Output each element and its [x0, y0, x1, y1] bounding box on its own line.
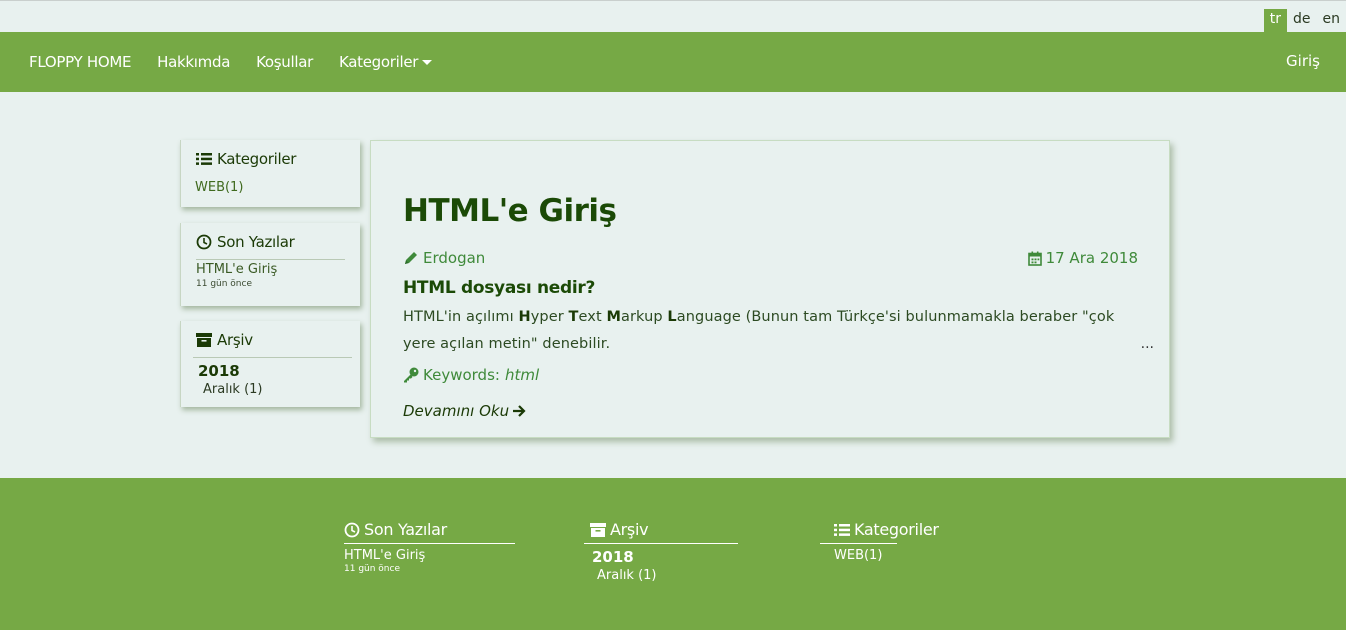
- recent-post-age: 11 gün önce: [196, 279, 252, 289]
- acronym-rest: ext: [578, 309, 607, 325]
- clock-icon: [344, 522, 360, 537]
- read-more-label: Devamını Oku: [403, 402, 510, 420]
- post-ellipsis: ...: [1140, 336, 1154, 352]
- footer-category-link-web[interactable]: WEB(1): [834, 548, 939, 563]
- categories-widget-label: Kategoriler: [217, 150, 297, 168]
- read-more-link[interactable]: Devamını Oku: [403, 402, 527, 420]
- footer-archive-label: Arşiv: [610, 520, 649, 539]
- login-link[interactable]: Giriş: [1286, 52, 1320, 70]
- archive-widget-title: Arşiv: [181, 321, 360, 355]
- post-author-name: Erdogan: [423, 249, 486, 267]
- post-excerpt: HTML'in açılımı Hyper Text Markup Langua…: [403, 304, 1143, 358]
- archive-icon: [590, 522, 606, 537]
- footer-recent-label: Son Yazılar: [364, 520, 447, 539]
- caret-down-icon: [422, 60, 433, 65]
- post-title[interactable]: HTML'e Giriş: [403, 193, 617, 229]
- divider: [584, 543, 738, 544]
- acronym-letter: M: [606, 309, 621, 325]
- recent-posts-widget-label: Son Yazılar: [217, 233, 295, 251]
- keywords-label: Keywords:: [423, 366, 500, 384]
- post-keywords: Keywords: html: [403, 366, 539, 384]
- language-switcher: tr de en: [1263, 9, 1346, 32]
- footer-recent-posts: Son Yazılar HTML'e Giriş 11 gün önce: [344, 520, 515, 574]
- clock-icon: [196, 234, 212, 250]
- footer-categories: Kategoriler WEB(1): [820, 520, 939, 563]
- archive-widget: Arşiv 2018 Aralık (1): [180, 321, 360, 407]
- list-icon: [834, 523, 850, 536]
- acronym-rest: yper: [530, 309, 569, 325]
- pencil-icon: [405, 252, 417, 264]
- nav-categories-label: Kategoriler: [338, 53, 419, 71]
- footer-categories-label: Kategoriler: [854, 520, 939, 539]
- acronym-letter: T: [568, 309, 579, 325]
- footer-categories-title: Kategoriler: [834, 520, 939, 539]
- divider: [344, 543, 515, 544]
- recent-posts-widget: Son Yazılar HTML'e Giriş 11 gün önce: [180, 223, 360, 306]
- post-date-text: 17 Ara 2018: [1045, 249, 1138, 267]
- recent-post-title: HTML'e Giriş: [196, 262, 278, 277]
- post-author[interactable]: Erdogan: [403, 249, 485, 267]
- archive-month-link[interactable]: Aralık (1): [181, 380, 360, 399]
- list-icon: [196, 153, 212, 165]
- footer-recent-post-item[interactable]: HTML'e Giriş 11 gün önce: [344, 548, 515, 574]
- acronym-letter: H: [518, 309, 531, 325]
- footer: Son Yazılar HTML'e Giriş 11 gün önce Arş…: [0, 478, 1346, 630]
- nav-categories-dropdown[interactable]: Kategoriler: [338, 53, 433, 71]
- post-subtitle: HTML dosyası nedir?: [403, 278, 596, 298]
- calendar-icon: [1027, 251, 1042, 266]
- key-icon: [404, 367, 419, 383]
- post-card: HTML'e Giriş Erdogan 17 Ara 2018 HTML do…: [370, 140, 1170, 438]
- excerpt-text-before: HTML'in açılımı: [403, 309, 519, 325]
- arrow-right-icon: [513, 405, 526, 417]
- footer-archive-year-link[interactable]: 2018: [592, 548, 738, 566]
- archive-year-link[interactable]: 2018: [181, 358, 360, 380]
- recent-post-item[interactable]: HTML'e Giriş 11 gün önce: [181, 260, 360, 291]
- acronym-letter: L: [667, 309, 677, 325]
- lang-en[interactable]: en: [1317, 9, 1346, 32]
- nav-about-link[interactable]: Hakkımda: [157, 53, 230, 71]
- categories-widget: Kategoriler WEB(1): [180, 140, 360, 207]
- navbar: FLOPPY HOME Hakkımda Koşullar Kategorile…: [0, 32, 1346, 92]
- archive-widget-label: Arşiv: [217, 331, 253, 349]
- acronym-rest: anguage: [676, 309, 741, 325]
- nav-brand-link[interactable]: FLOPPY HOME: [29, 53, 131, 71]
- category-link-web[interactable]: WEB(1): [181, 174, 360, 201]
- nav-terms-link[interactable]: Koşullar: [256, 53, 313, 71]
- acronym-rest: arkup: [620, 309, 668, 325]
- keyword-link-html[interactable]: html: [505, 366, 539, 384]
- window-top-border: [0, 0, 1346, 4]
- lang-de[interactable]: de: [1287, 9, 1317, 32]
- footer-archive-title: Arşiv: [590, 520, 738, 539]
- footer-recent-post-title: HTML'e Giriş: [344, 548, 426, 563]
- post-date: 17 Ara 2018: [1027, 249, 1138, 267]
- footer-archive: Arşiv 2018 Aralık (1): [584, 520, 738, 583]
- footer-recent-title: Son Yazılar: [344, 520, 515, 539]
- archive-icon: [196, 333, 212, 347]
- categories-widget-title: Kategoriler: [181, 140, 360, 174]
- recent-posts-widget-title: Son Yazılar: [181, 223, 360, 257]
- footer-recent-post-age: 11 gün önce: [344, 564, 400, 574]
- footer-archive-month-link[interactable]: Aralık (1): [597, 568, 738, 583]
- divider: [820, 543, 897, 544]
- lang-tr[interactable]: tr: [1263, 9, 1287, 32]
